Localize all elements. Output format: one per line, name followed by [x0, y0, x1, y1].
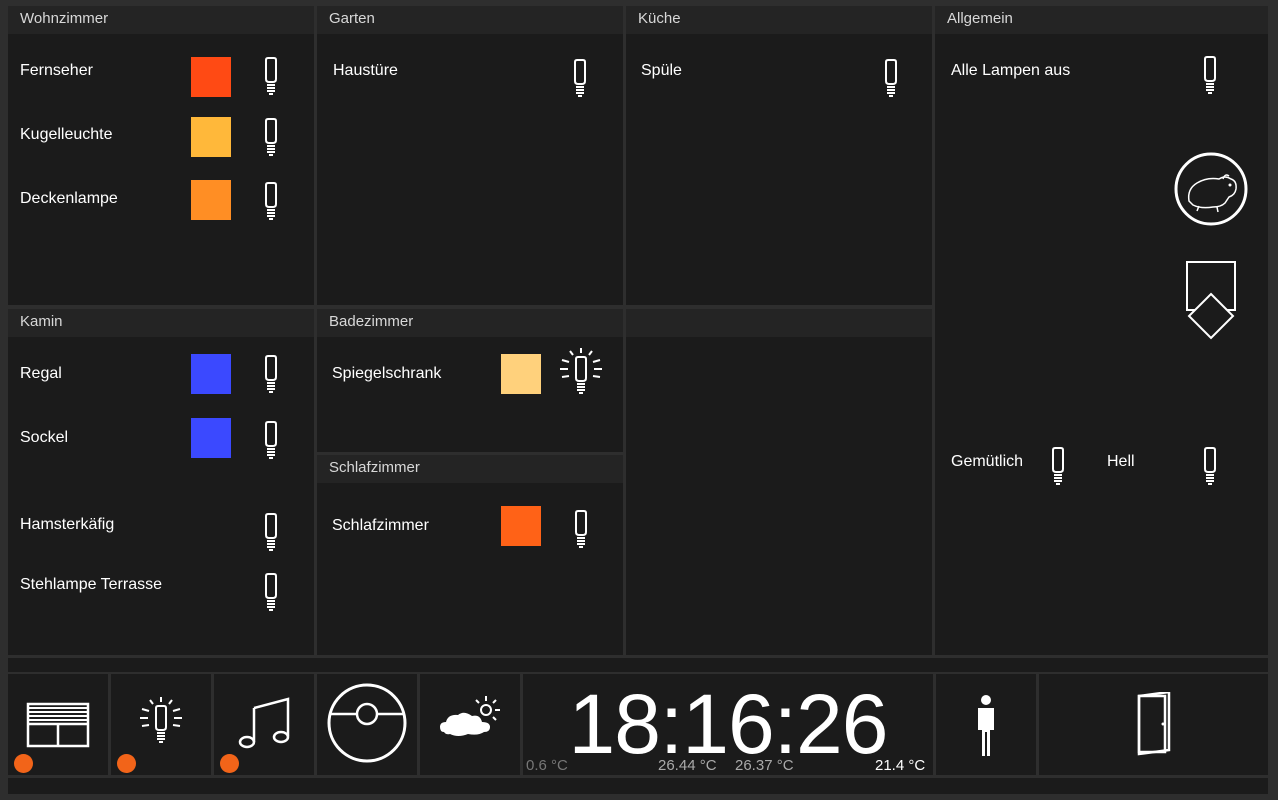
light-label-schlafzimmer: Schlafzimmer [332, 517, 429, 534]
panel-title: Küche [626, 6, 932, 34]
nav-presence-button[interactable] [936, 674, 1036, 775]
light-label-spiegelschrank: Spiegelschrank [332, 365, 442, 382]
scene-bulb-icon[interactable] [1200, 447, 1220, 487]
color-swatch-kugelleuchte[interactable] [191, 117, 231, 157]
light-bulb-icon[interactable] [261, 182, 281, 222]
panel-kueche: Küche Spüle [626, 6, 932, 305]
panel-empty [626, 309, 932, 655]
color-swatch-spiegelschrank[interactable] [501, 354, 541, 394]
blinds-toggle-icon[interactable] [1185, 260, 1237, 340]
light-bulb-icon[interactable] [261, 513, 281, 553]
light-bulb-icon[interactable] [261, 57, 281, 97]
nav-weather-button[interactable] [420, 674, 520, 775]
light-label-deckenlampe: Deckenlampe [20, 190, 118, 207]
nav-blinds-button[interactable] [8, 674, 108, 775]
light-bulb-on-icon[interactable] [558, 348, 604, 398]
scene-label-hell: Hell [1107, 453, 1135, 470]
light-label-fernseher: Fernseher [20, 62, 93, 79]
robot-vacuum-icon [326, 682, 408, 764]
nav-lights-button[interactable] [111, 674, 211, 775]
panel-title: Allgemein [935, 6, 1268, 34]
temp-outside: 0.6 °C [526, 757, 568, 774]
light-bulb-icon[interactable] [570, 59, 590, 99]
color-swatch-sockel[interactable] [191, 418, 231, 458]
light-bulb-icon[interactable] [261, 421, 281, 461]
nav-music-button[interactable] [214, 674, 314, 775]
light-label-spuele: Spüle [641, 62, 682, 79]
light-bulb-icon[interactable] [261, 573, 281, 613]
nav-door-button[interactable] [1039, 674, 1268, 775]
temp-sensor-2: 26.37 °C [735, 757, 794, 774]
all-lights-off-bulb-icon[interactable] [1200, 56, 1220, 96]
panel-schlafzimmer: Schlafzimmer Schlafzimmer [317, 455, 623, 655]
light-bulb-icon[interactable] [571, 510, 591, 550]
active-indicator [117, 754, 136, 773]
active-indicator [14, 754, 33, 773]
panel-title: Schlafzimmer [317, 455, 623, 483]
panel-kamin: Kamin Regal Sockel Hamsterkäfig Stehlamp… [8, 309, 314, 655]
weather-icon [438, 694, 502, 744]
clock-time: 18:16:26 [568, 677, 889, 771]
active-indicator [220, 754, 239, 773]
panel-title [626, 309, 932, 337]
status-strip-bottom [8, 778, 1268, 794]
light-bulb-icon[interactable] [261, 355, 281, 395]
light-label-sockel: Sockel [20, 429, 69, 446]
panel-badezimmer: Badezimmer Spiegelschrank [317, 309, 623, 452]
light-icon [138, 694, 184, 750]
status-strip-top [8, 658, 1268, 672]
light-label-stehlampe-terrasse: Stehlampe Terrasse [20, 576, 162, 593]
door-icon [1135, 692, 1175, 756]
person-icon [975, 694, 997, 758]
panel-allgemein: Allgemein Alle Lampen aus Gemütlich Hell [935, 6, 1268, 655]
hamster-icon[interactable] [1173, 151, 1249, 227]
all-lights-off-label: Alle Lampen aus [951, 62, 1071, 79]
panel-title: Kamin [8, 309, 314, 337]
color-swatch-fernseher[interactable] [191, 57, 231, 97]
panel-title: Garten [317, 6, 623, 34]
blinds-icon [26, 702, 90, 748]
scene-bulb-icon[interactable] [1048, 447, 1068, 487]
light-label-regal: Regal [20, 365, 62, 382]
scene-label-gemuetlich: Gemütlich [951, 453, 1024, 470]
color-swatch-deckenlampe[interactable] [191, 180, 231, 220]
light-label-haustuere: Haustüre [333, 62, 398, 79]
panel-wohnzimmer: Wohnzimmer Fernseher Kugelleuchte Decken… [8, 6, 314, 305]
color-swatch-regal[interactable] [191, 354, 231, 394]
panel-title: Badezimmer [317, 309, 623, 337]
light-label-hamsterkaefig: Hamsterkäfig [20, 516, 115, 533]
light-bulb-icon[interactable] [881, 59, 901, 99]
temp-inside: 21.4 °C [875, 757, 926, 774]
light-label-kugelleuchte: Kugelleuchte [20, 126, 113, 143]
panel-garten: Garten Haustüre [317, 6, 623, 305]
nav-vacuum-button[interactable] [317, 674, 417, 775]
temp-sensor-1: 26.44 °C [658, 757, 717, 774]
clock-tile: 18:16:26 0.6 °C 26.44 °C 26.37 °C 21.4 °… [523, 674, 933, 775]
panel-title: Wohnzimmer [8, 6, 314, 34]
music-icon [238, 696, 292, 750]
light-bulb-icon[interactable] [261, 118, 281, 158]
color-swatch-schlafzimmer[interactable] [501, 506, 541, 546]
